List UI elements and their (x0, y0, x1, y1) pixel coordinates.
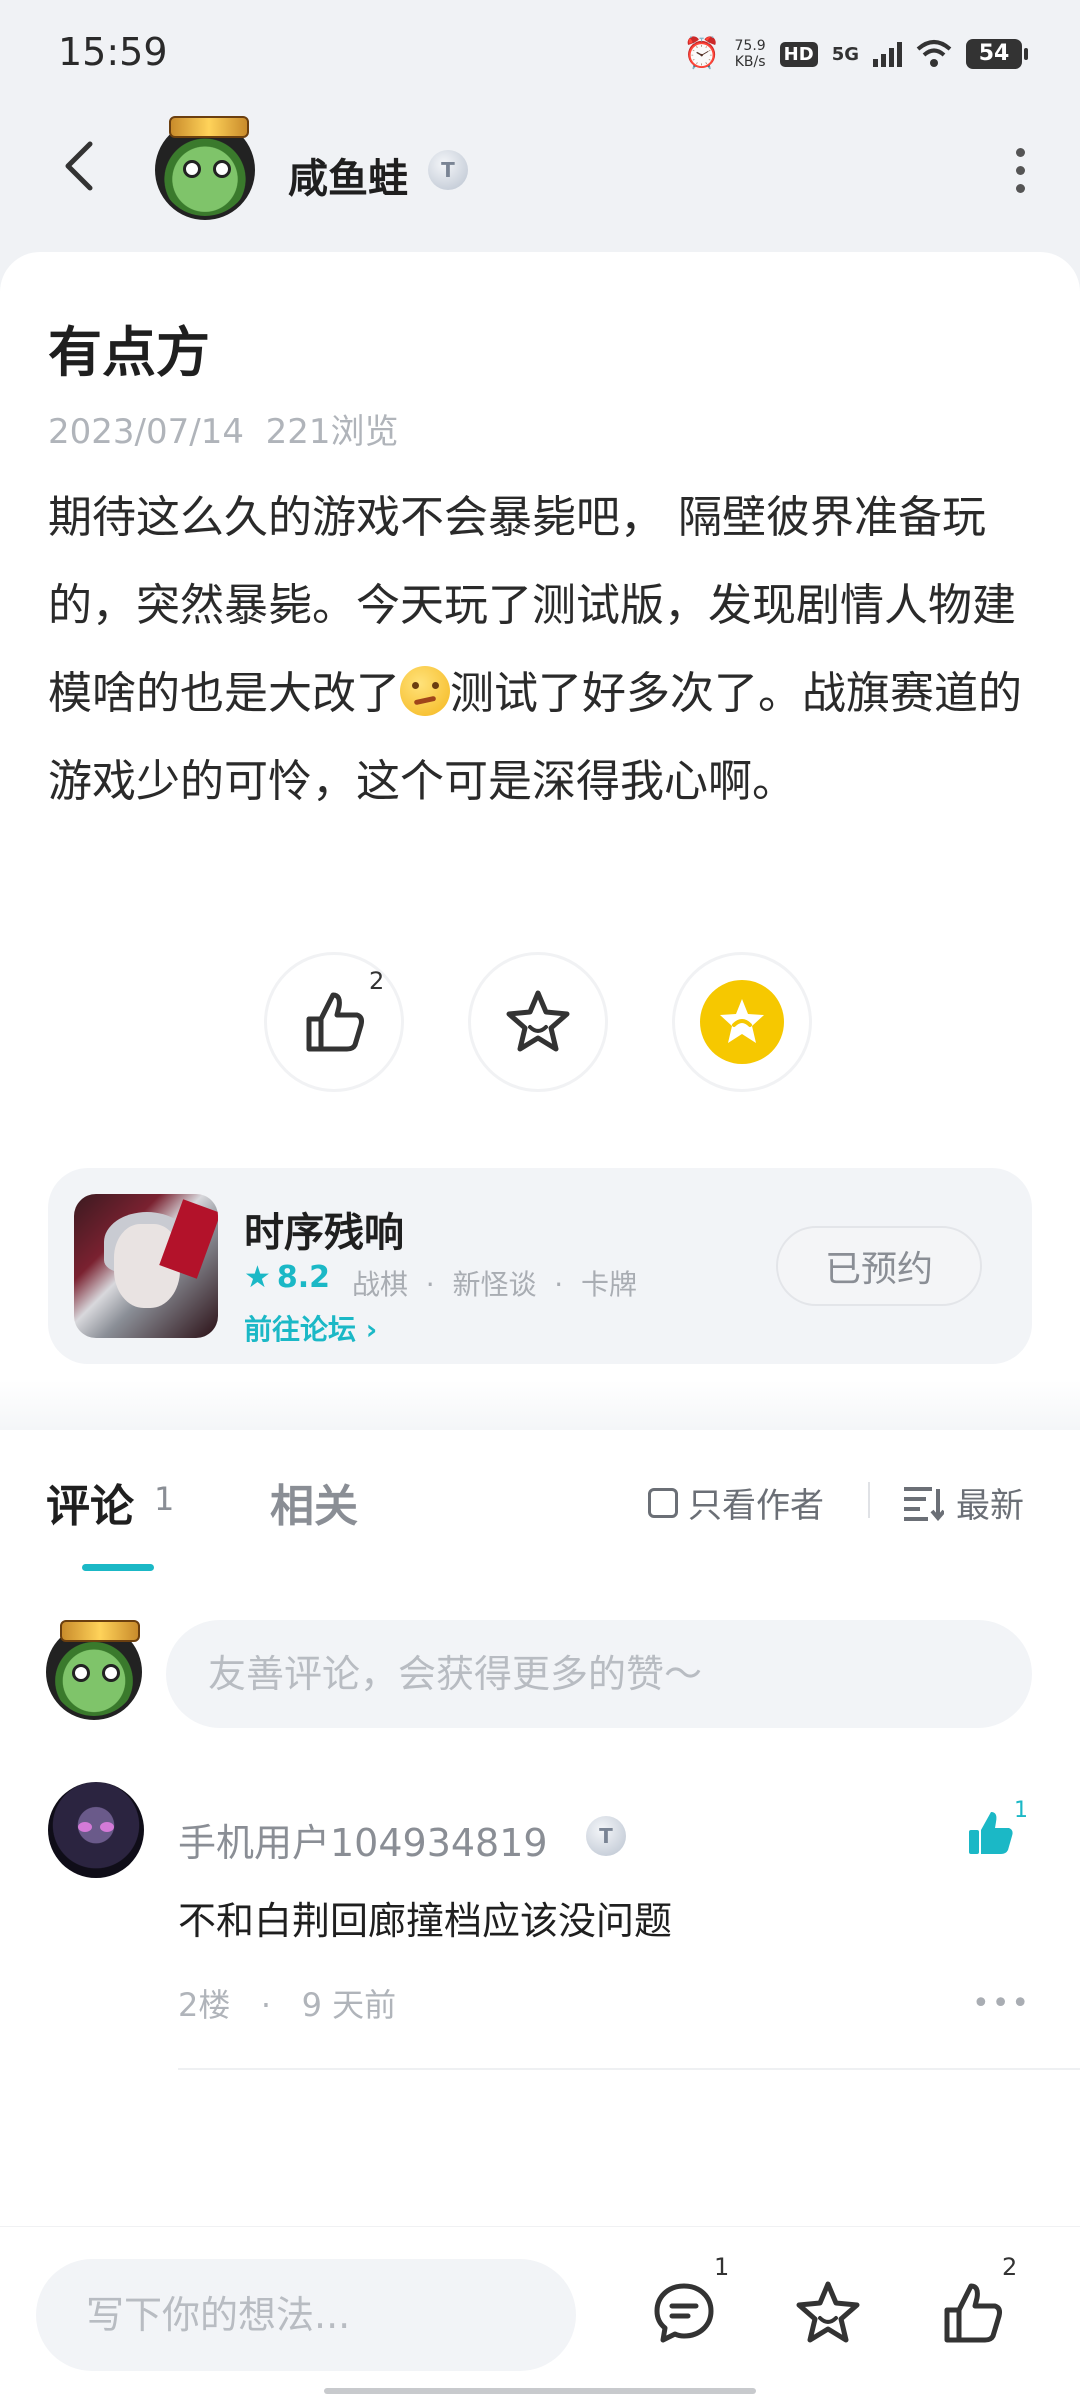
status-bar: 15:59 ⏰ 75.9 KB/s HD 5G 54 (0, 0, 1080, 110)
filter-divider (868, 1482, 870, 1518)
wifi-icon (916, 40, 952, 67)
comment-divider (178, 2068, 1080, 2070)
author-name[interactable]: 咸鱼蛙 (288, 146, 408, 204)
comment-like-count: 1 (1014, 1798, 1028, 1823)
thumbs-up-icon (944, 2283, 1002, 2343)
game-tags: 战棋 · 新怪谈 · 卡牌 (352, 1268, 638, 1301)
bottom-like-count: 2 (1002, 2253, 1018, 2281)
reserved-button[interactable]: 已预约 (776, 1226, 982, 1306)
comment-meta: 2楼 · 9 天前 (178, 1986, 397, 2024)
post-header: 咸鱼蛙 T (0, 110, 1080, 230)
comment-floor: 2楼 (178, 1986, 231, 2024)
thumbs-up-icon (306, 992, 364, 1052)
star-icon (506, 990, 570, 1052)
section-divider (0, 1380, 1080, 1430)
active-tab-indicator (82, 1564, 154, 1571)
like-count: 2 (369, 967, 385, 995)
my-avatar (46, 1620, 142, 1720)
level-badge-icon: T (428, 150, 468, 190)
more-options-button[interactable] (1000, 140, 1040, 200)
post-body: 期待这么久的游戏不会暴毙吧， 隔壁彼界准备玩的，突然暴毙。今天玩了测试版，发现剧… (48, 492, 1022, 807)
post-meta: 2023/07/14 221浏览 (48, 404, 399, 453)
comment-count: 1 (714, 2253, 730, 2281)
comment-more-icon[interactable]: ••• (972, 1986, 1031, 2021)
hd-icon: HD (779, 41, 818, 67)
favorite-button[interactable] (468, 952, 608, 1092)
comment-text: 不和白荆回廊撞档应该没问题 (178, 1899, 673, 1943)
sort-button[interactable]: 最新 (902, 1478, 1024, 1527)
confused-emoji-icon (400, 666, 450, 716)
comment-like-button[interactable] (966, 1808, 1016, 1858)
post-date: 2023/07/14 (48, 412, 244, 452)
tab-comments[interactable]: 评论 (46, 1470, 134, 1534)
battery-icon: 54 (966, 39, 1028, 69)
back-button[interactable] (50, 136, 110, 196)
post-title: 有点方 (48, 321, 210, 384)
comment-tabs: 评论 1 相关 只看作者 最新 (0, 1430, 1080, 1580)
back-arrow-icon (65, 141, 93, 191)
commenter-avatar[interactable] (48, 1782, 144, 1878)
post-views: 221浏览 (265, 412, 399, 452)
comment-time: 9 天前 (301, 1986, 397, 2024)
post-actions: 2 (264, 952, 824, 1092)
gold-star-icon (700, 980, 784, 1064)
sort-icon (904, 1486, 944, 1521)
comment-input[interactable] (166, 1620, 1032, 1728)
author-avatar[interactable] (155, 116, 255, 220)
home-indicator[interactable] (324, 2388, 756, 2394)
forum-link[interactable]: 前往论坛 › (244, 1308, 377, 1348)
alarm-icon: ⏰ (683, 36, 721, 71)
bottom-action-bar: 写下你的想法... 1 2 (0, 2226, 1080, 2400)
checkbox-icon (648, 1487, 678, 1518)
status-icons: ⏰ 75.9 KB/s HD 5G 54 (683, 34, 1028, 74)
comment-button[interactable]: 1 (644, 2253, 729, 2353)
tab-related[interactable]: 相关 (270, 1470, 358, 1534)
signal-icon (873, 41, 902, 67)
commenter-name[interactable]: 手机用户104934819 (178, 1812, 548, 1867)
status-time: 15:59 (58, 30, 168, 74)
game-icon[interactable] (74, 1194, 218, 1338)
thumbs-up-filled-icon (969, 1812, 1013, 1854)
game-name[interactable]: 时序残响 (244, 1200, 404, 1258)
like-button[interactable]: 2 (264, 952, 404, 1092)
comment-compose (0, 1610, 1080, 1730)
tab-comments-count: 1 (154, 1480, 175, 1518)
bottom-like-button[interactable]: 2 (932, 2253, 1017, 2353)
network-type: 5G (831, 43, 859, 65)
rate-button[interactable] (672, 952, 812, 1092)
author-only-toggle[interactable]: 只看作者 (648, 1478, 824, 1527)
comment-item: 手机用户104934819 T 不和白荆回廊撞档应该没问题 2楼 · 9 天前 … (0, 1780, 1080, 2070)
net-speed: 75.9 KB/s (734, 38, 766, 70)
comment-bubble-icon (654, 2283, 714, 2343)
chevron-right-icon: › (365, 1313, 378, 1346)
game-card[interactable]: 时序残响 ★ 8.2 战棋 · 新怪谈 · 卡牌 前往论坛 › 已预约 (48, 1168, 1032, 1364)
game-rating: ★ 8.2 (244, 1260, 331, 1295)
write-thoughts-input[interactable]: 写下你的想法... (36, 2259, 576, 2371)
star-icon (796, 2281, 860, 2343)
bottom-favorite-button[interactable] (788, 2273, 868, 2353)
post-card: 有点方 2023/07/14 221浏览 期待这么久的游戏不会暴毙吧， 隔壁彼界… (0, 252, 1080, 1432)
level-badge-icon: T (586, 1816, 626, 1856)
rating-star-icon: ★ (244, 1260, 271, 1295)
